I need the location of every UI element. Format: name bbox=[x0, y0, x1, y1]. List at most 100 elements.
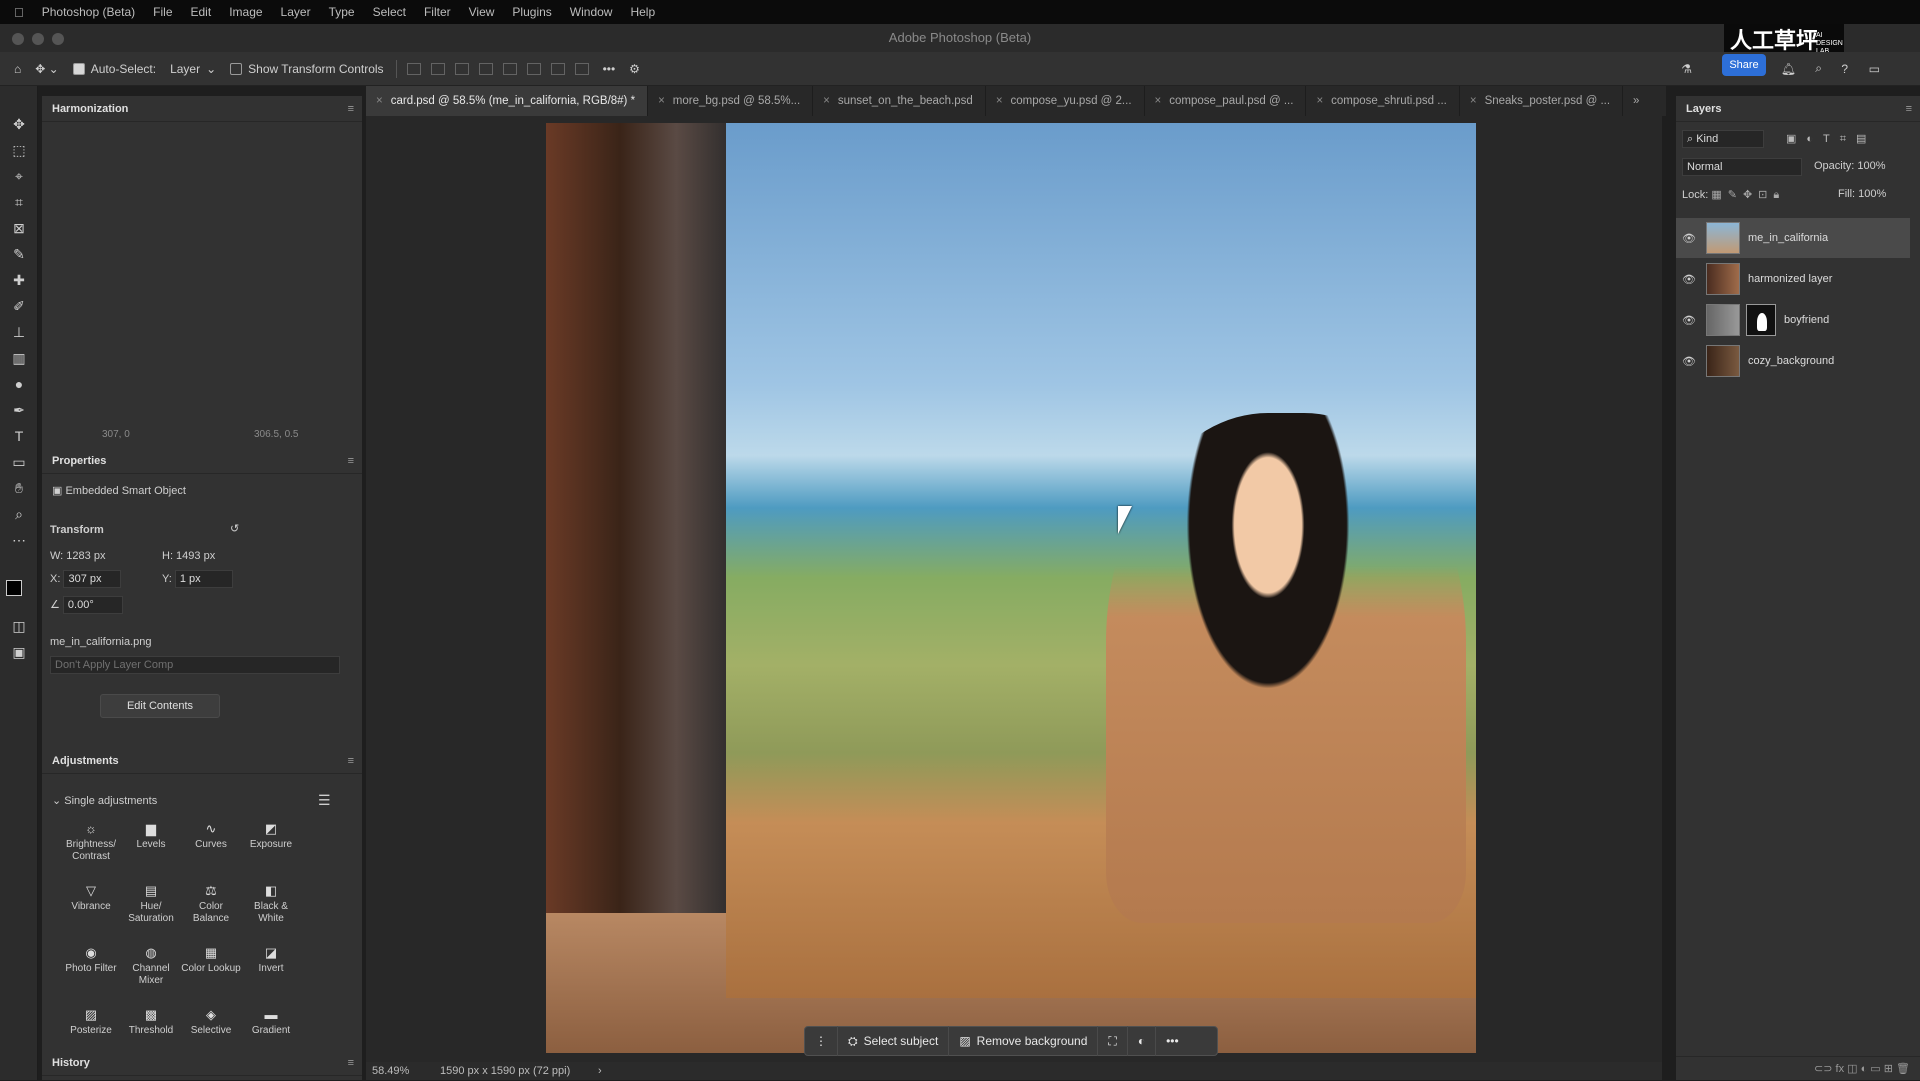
menu-view[interactable]: View bbox=[469, 5, 495, 19]
menu-select[interactable]: Select bbox=[373, 5, 406, 19]
layer-row[interactable]: 👁︎ me_in_california bbox=[1676, 218, 1910, 258]
remove-background-button[interactable]: ▨ Remove background bbox=[949, 1026, 1099, 1056]
layer-row[interactable]: 👁︎ cozy_background bbox=[1676, 341, 1910, 381]
adjustment-exposure[interactable]: ◩ Exposure bbox=[240, 822, 302, 851]
show-transform-checkbox[interactable] bbox=[230, 62, 243, 75]
panel-menu-icon[interactable]: ≡ bbox=[348, 1050, 354, 1076]
opacity-input[interactable]: 100% bbox=[1857, 160, 1885, 172]
panel-menu-icon[interactable]: ≡ bbox=[1906, 96, 1912, 122]
quick-mask-icon[interactable]: ◫ bbox=[8, 616, 30, 636]
eye-icon[interactable]: 👁︎ bbox=[1676, 314, 1702, 327]
menu-help[interactable]: Help bbox=[630, 5, 655, 19]
chevron-right-icon[interactable]: › bbox=[598, 1062, 602, 1080]
close-icon[interactable]: × bbox=[376, 95, 383, 107]
document-canvas[interactable] bbox=[546, 123, 1476, 1053]
tab-sunset[interactable]: × sunset_on_the_beach.psd bbox=[813, 86, 986, 116]
auto-select-dropdown[interactable]: Layer ⌄ bbox=[170, 62, 216, 76]
stamp-tool-icon[interactable]: ⊥ bbox=[8, 322, 30, 342]
layer-row[interactable]: 👁︎ boyfriend bbox=[1676, 300, 1910, 340]
filter-icons[interactable]: ▣◐T⌗▤ bbox=[1786, 132, 1876, 146]
menu-type[interactable]: Type bbox=[329, 5, 355, 19]
move-tool-icon[interactable]: ✥ bbox=[8, 114, 30, 134]
tab-card[interactable]: × card.psd @ 58.5% (me_in_california, RGB… bbox=[366, 86, 649, 116]
align-bottom-icon[interactable] bbox=[550, 62, 565, 75]
crop-tool-icon[interactable]: ⌗ bbox=[8, 192, 30, 212]
tab-more-bg[interactable]: × more_bg.psd @ 58.5%... bbox=[648, 86, 814, 116]
list-view-icon[interactable]: ☰ bbox=[318, 792, 331, 809]
panel-menu-icon[interactable]: ≡ bbox=[348, 448, 354, 474]
adjustment-threshold[interactable]: ▩ Threshold bbox=[120, 1008, 182, 1037]
blend-mode-dropdown[interactable]: Normal bbox=[1682, 158, 1802, 176]
layer-mask-thumbnail[interactable] bbox=[1746, 304, 1776, 336]
screen-mode-icon[interactable]: ▣ bbox=[8, 642, 30, 662]
reset-transform-icon[interactable]: ↺ bbox=[230, 522, 239, 535]
angle-input[interactable]: 0.00° bbox=[62, 596, 123, 614]
align-middle-icon[interactable] bbox=[526, 62, 541, 75]
eye-icon[interactable]: 👁︎ bbox=[1676, 232, 1702, 245]
adjustment-lookup[interactable]: ▦ Color Lookup bbox=[180, 946, 242, 975]
gear-icon[interactable]: ⚙ bbox=[629, 62, 640, 76]
eyedropper-icon[interactable]: ✎ bbox=[8, 244, 30, 264]
adjustment-levels[interactable]: ▆ Levels bbox=[120, 822, 182, 851]
align-center-icon[interactable] bbox=[430, 62, 445, 75]
more-tools-icon[interactable]: ⋯ bbox=[8, 530, 30, 550]
adjustment-balance[interactable]: ⚖ Color Balance bbox=[180, 884, 242, 925]
adjustment-posterize[interactable]: ▨ Posterize bbox=[60, 1008, 122, 1037]
help-icon[interactable]: ? bbox=[1841, 62, 1848, 76]
adjustment-brightness[interactable]: ☼ Brightness/ Contrast bbox=[60, 822, 122, 863]
distribute-vertical-icon[interactable] bbox=[574, 62, 589, 75]
frame-tool-icon[interactable]: ⊠ bbox=[8, 218, 30, 238]
layer-comp-dropdown[interactable]: Don't Apply Layer Comp bbox=[50, 656, 340, 674]
drag-handle-icon[interactable]: ⋮ bbox=[805, 1026, 838, 1056]
align-left-icon[interactable] bbox=[406, 62, 421, 75]
mask-icon[interactable]: ⛶ bbox=[1098, 1026, 1128, 1056]
close-icon[interactable]: × bbox=[658, 95, 665, 107]
rectangle-tool-icon[interactable]: ▭ bbox=[8, 452, 30, 472]
menu-edit[interactable]: Edit bbox=[191, 5, 212, 19]
y-input[interactable]: 1 px bbox=[174, 570, 233, 588]
close-icon[interactable]: × bbox=[1470, 95, 1477, 107]
menu-file[interactable]: File bbox=[153, 5, 172, 19]
distribute-icon[interactable] bbox=[478, 62, 493, 75]
tab-compose-paul[interactable]: × compose_paul.psd @ ... bbox=[1145, 86, 1307, 116]
adjustment-selective[interactable]: ◈ Selective bbox=[180, 1008, 242, 1037]
menu-image[interactable]: Image bbox=[229, 5, 262, 19]
share-button[interactable]: Share bbox=[1722, 54, 1766, 76]
healing-brush-icon[interactable]: ✚ bbox=[8, 270, 30, 290]
fill-input[interactable]: 100% bbox=[1858, 188, 1886, 200]
menu-plugins[interactable]: Plugins bbox=[512, 5, 551, 19]
layer-row[interactable]: 👁︎ harmonized layer bbox=[1676, 259, 1910, 299]
show-transform-toggle[interactable]: Show Transform Controls bbox=[230, 62, 384, 76]
dodge-tool-icon[interactable]: ● bbox=[8, 374, 30, 394]
panel-menu-icon[interactable]: ≡ bbox=[348, 96, 354, 122]
close-icon[interactable]: × bbox=[1316, 95, 1323, 107]
apple-icon[interactable]:  bbox=[14, 5, 24, 20]
search-icon[interactable]: ⌕ bbox=[1815, 61, 1822, 76]
type-tool-icon[interactable]: T bbox=[8, 426, 30, 446]
close-icon[interactable]: × bbox=[823, 95, 830, 107]
adjustment-curves[interactable]: ∿ Curves bbox=[180, 822, 242, 851]
adjustment-photo-filter[interactable]: ◉ Photo Filter bbox=[60, 946, 122, 975]
layer-filter-dropdown[interactable]: ⌕ Kind bbox=[1682, 130, 1764, 148]
auto-select-checkbox[interactable] bbox=[72, 62, 85, 75]
zoom-level[interactable]: 58.49% bbox=[372, 1062, 409, 1080]
align-top-icon[interactable] bbox=[502, 62, 517, 75]
more-options-icon[interactable]: ••• bbox=[603, 62, 616, 76]
bell-icon[interactable]: 🔔︎ bbox=[1781, 62, 1796, 76]
lock-icons[interactable]: ▦✎✥⊡🔒︎ bbox=[1711, 189, 1785, 201]
object-select-icon[interactable]: ⌖ bbox=[8, 166, 30, 186]
minimize-window-button[interactable] bbox=[32, 33, 44, 45]
more-tabs-icon[interactable]: » bbox=[1623, 86, 1651, 116]
single-adjustments-section[interactable]: ⌄ Single adjustments bbox=[52, 794, 157, 807]
marquee-tool-icon[interactable]: ⬚ bbox=[8, 140, 30, 160]
move-tool-icon[interactable]: ✥ ⌄ bbox=[35, 62, 58, 76]
layers-footer-icons[interactable]: ⊂⊃ fx ◫ ◐ ▭ ⊞ 🗑︎ bbox=[1676, 1056, 1920, 1080]
panel-menu-icon[interactable]: ≡ bbox=[348, 748, 354, 774]
adjustment-bw[interactable]: ◧ Black & White bbox=[240, 884, 302, 925]
adjust-icon[interactable]: ◐ bbox=[1128, 1026, 1157, 1056]
auto-select-toggle[interactable]: Auto-Select: bbox=[72, 62, 156, 76]
foreground-color-swatch[interactable] bbox=[6, 580, 22, 596]
close-icon[interactable]: × bbox=[996, 95, 1003, 107]
menu-window[interactable]: Window bbox=[570, 5, 613, 19]
x-input[interactable]: 307 px bbox=[63, 570, 122, 588]
